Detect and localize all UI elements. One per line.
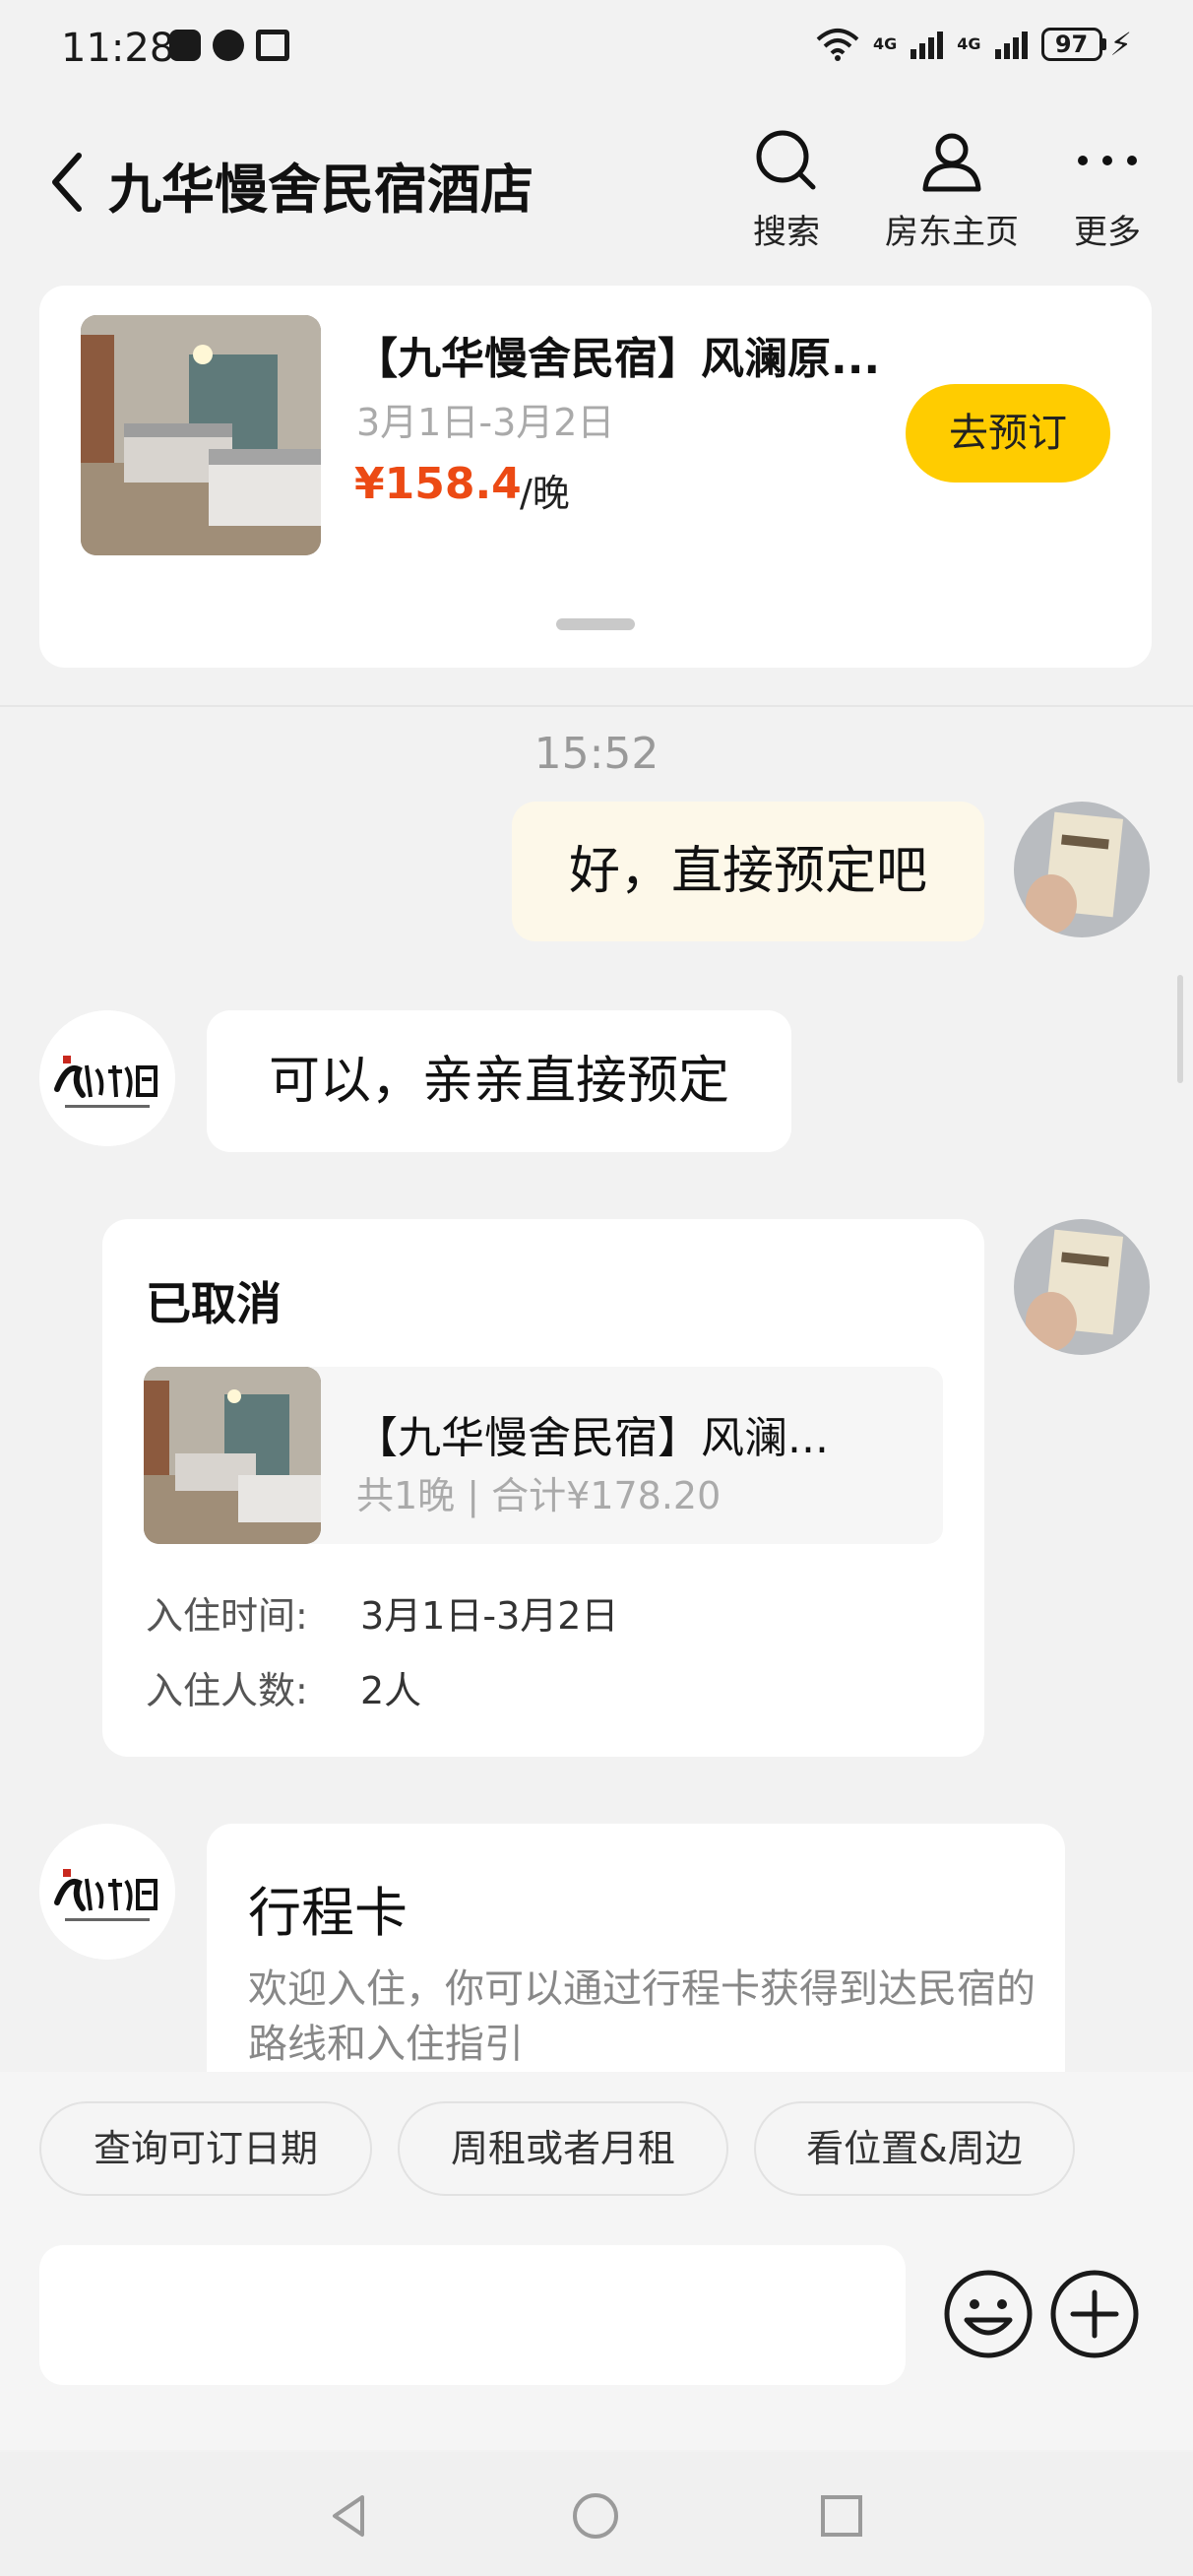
trip-card[interactable]: 行程卡 欢迎入住，你可以通过行程卡获得到达民宿的路线和入住指引 bbox=[207, 1824, 1065, 2080]
signal-icon bbox=[994, 30, 1028, 59]
quick-reply-chip[interactable]: 看位置&周边 bbox=[754, 2101, 1075, 2196]
room-thumbnail[interactable] bbox=[81, 315, 321, 555]
host-logo-icon bbox=[39, 1824, 175, 1960]
book-button[interactable]: 去预订 bbox=[906, 384, 1110, 483]
message-bubble-incoming[interactable]: 可以，亲亲直接预定 bbox=[207, 1010, 791, 1152]
listing-price: ¥158.4 bbox=[354, 459, 522, 509]
order-listing-item[interactable]: 【九华慢舍民宿】风澜... 共1晚 | 合计¥178.20 bbox=[144, 1367, 943, 1544]
page-title: 九华慢舍民宿酒店 bbox=[108, 159, 534, 221]
system-nav-bar bbox=[0, 2452, 1193, 2576]
search-button[interactable]: 搜索 bbox=[713, 126, 860, 253]
nav-back-icon[interactable] bbox=[325, 2491, 374, 2541]
plus-icon[interactable] bbox=[1049, 2269, 1140, 2359]
network-type-2: 4G bbox=[957, 34, 981, 53]
emoji-icon[interactable] bbox=[943, 2269, 1034, 2359]
user-icon bbox=[922, 133, 981, 192]
host-avatar[interactable] bbox=[39, 1010, 175, 1146]
battery-icon: 97 ⚡ bbox=[1040, 26, 1132, 63]
search-label: 搜索 bbox=[753, 213, 820, 252]
more-button[interactable]: 更多 bbox=[1034, 126, 1181, 253]
order-card[interactable]: 已取消 【九华慢舍民宿】风澜... 共1晚 | 合计¥178.20 入住时间: … bbox=[102, 1219, 984, 1757]
order-total: 共1晚 | 合计¥178.20 bbox=[356, 1474, 722, 1517]
more-dots-icon bbox=[1078, 156, 1137, 165]
signal-icon bbox=[910, 30, 944, 59]
alarm-icon bbox=[213, 30, 244, 61]
bottom-input-area: 查询可订日期 周租或者月租 看位置&周边 bbox=[0, 2072, 1193, 2450]
battery-level: 97 bbox=[1040, 28, 1102, 61]
host-logo-icon bbox=[39, 1010, 175, 1146]
trip-card-description: 欢迎入住，你可以通过行程卡获得到达民宿的路线和入住指引 bbox=[248, 1966, 1036, 2067]
message-input[interactable] bbox=[39, 2245, 906, 2385]
host-page-button[interactable]: 房东主页 bbox=[878, 126, 1026, 253]
nav-home-icon[interactable] bbox=[571, 2491, 620, 2541]
wifi-icon bbox=[816, 29, 859, 61]
order-status: 已取消 bbox=[146, 1277, 282, 1330]
user-avatar[interactable] bbox=[1014, 1219, 1150, 1355]
nav-recents-icon[interactable] bbox=[817, 2491, 866, 2541]
listing-card[interactable]: 【九华慢舍民宿】风澜原... 3月1日-3月2日 ¥158.4 /晚 去预订 bbox=[39, 286, 1152, 668]
message-bubble-outgoing[interactable]: 好，直接预定吧 bbox=[512, 802, 984, 941]
checkin-value: 3月1日-3月2日 bbox=[360, 1594, 619, 1638]
scrollbar[interactable] bbox=[1177, 975, 1183, 1083]
host-avatar[interactable] bbox=[39, 1824, 175, 1960]
status-bar: 11:28 4G 4G 97 ⚡ bbox=[0, 0, 1193, 98]
guests-label: 入住人数: bbox=[146, 1669, 308, 1712]
order-room-thumbnail bbox=[144, 1367, 321, 1544]
status-notification-icons bbox=[169, 30, 289, 61]
guests-value: 2人 bbox=[360, 1669, 422, 1712]
network-type-1: 4G bbox=[873, 34, 898, 53]
charging-icon: ⚡ bbox=[1109, 26, 1132, 63]
drag-handle[interactable] bbox=[556, 618, 635, 630]
trip-card-title: 行程卡 bbox=[248, 1882, 408, 1944]
status-time: 11:28 bbox=[61, 26, 175, 71]
search-icon bbox=[756, 130, 816, 190]
checkin-label: 入住时间: bbox=[146, 1594, 308, 1638]
listing-title: 【九华慢舍民宿】风澜原... bbox=[354, 334, 881, 384]
host-page-label: 房东主页 bbox=[885, 213, 1019, 252]
more-label: 更多 bbox=[1074, 213, 1141, 252]
quick-reply-chip[interactable]: 查询可订日期 bbox=[39, 2101, 372, 2196]
back-arrow-icon[interactable] bbox=[45, 148, 89, 217]
order-listing-title: 【九华慢舍民宿】风澜... bbox=[354, 1413, 829, 1463]
quick-reply-chip[interactable]: 周租或者月租 bbox=[398, 2101, 728, 2196]
vibrate-icon bbox=[256, 30, 289, 61]
listing-dates: 3月1日-3月2日 bbox=[356, 401, 615, 444]
status-indicators: 4G 4G 97 ⚡ bbox=[816, 26, 1132, 63]
listing-price-unit: /晚 bbox=[520, 472, 570, 515]
app-notification-icon bbox=[169, 30, 201, 61]
user-avatar[interactable] bbox=[1014, 802, 1150, 937]
message-timestamp: 15:52 bbox=[534, 729, 659, 779]
